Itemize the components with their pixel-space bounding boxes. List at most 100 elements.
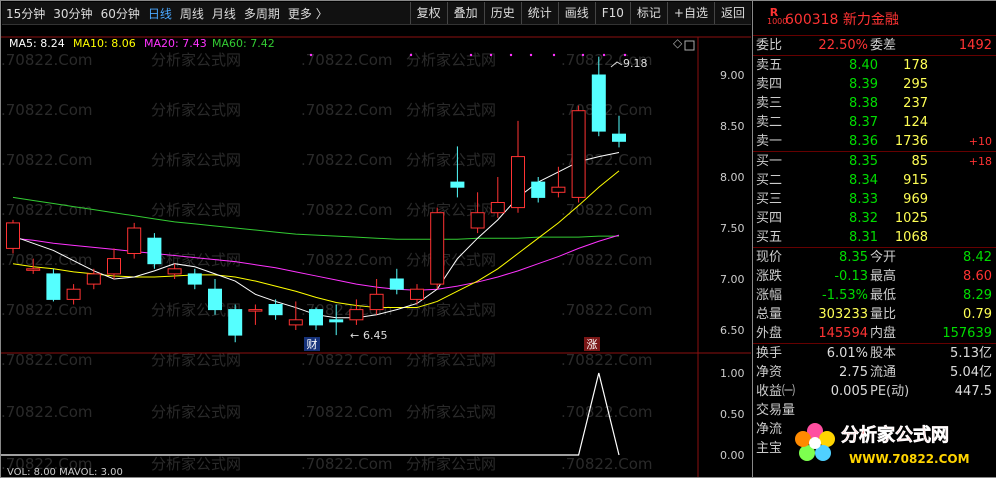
watermark-text: .70822.Com [301,51,393,69]
book-change: +18 [968,155,992,168]
limit-up-marker[interactable]: 涨 [587,338,598,351]
ask-row[interactable]: 卖四 8.39 295 [753,75,996,94]
site-logo: 分析家公式网 WWW.70822.COM [795,423,970,466]
price-tick: 8.50 [720,120,745,133]
volume-legend: VOL: 8.00 MAVOL: 3.00 [7,467,123,477]
book-volume: 915 [903,173,928,188]
mark-button[interactable]: 标记 [629,2,667,24]
statistics-button[interactable]: 统计 [520,2,558,24]
app-window: 15分钟 30分钟 60分钟 日线 周线 月线 多周期 更多 〉 复权 叠加 历… [0,0,996,478]
ask-row[interactable]: 卖三 8.38 237 [753,94,996,113]
watermark-text: 分析家公式网 [151,251,241,269]
finance-event-marker[interactable]: 财 [307,337,318,351]
logo-title: 分析家公式网 [841,424,949,446]
overlay-button[interactable]: 叠加 [446,2,484,24]
watermark-text: .70822.Com [301,101,393,119]
volume-tick: 0.00 [720,449,745,462]
kline-chart[interactable]: .70822.Com 分析家公式网 .70822.Com 分析家公式网 .70822.C… [1,25,751,477]
bid-row[interactable]: 买四 8.32 1025 [753,209,996,228]
period-more-menu[interactable]: 更多 〉 [284,5,332,22]
stock-code-name[interactable]: 600318 新力金融 [785,9,899,29]
quote-row: 外盘 145594 内盘 157639 [753,324,996,343]
quote-value: 8.35 [839,250,868,265]
bid-row[interactable]: 买二 8.34 915 [753,171,996,190]
watermark-text: 分析家公式网 [406,101,496,119]
back-button[interactable]: 返回 [713,2,751,24]
stats-value: 5.04亿 [950,365,992,380]
ma-lines [12,152,620,319]
bid-row[interactable]: 买五 8.31 1068 [753,228,996,247]
bid-row[interactable]: 买一 8.35 85 +18 [753,152,996,171]
watermark-text: 分析家公式网 [406,351,496,369]
stats-row: 收益㈠ 0.005 PE(动) 447.5 [753,382,996,401]
quote-label: 涨跌 [756,269,783,284]
watermark-text: .70822.Com [1,151,93,169]
watermark-text: 分析家公式网 [151,51,241,69]
flower-logo-icon [795,423,835,461]
candle-body [46,273,61,300]
book-price: 8.36 [849,134,878,149]
ask-row[interactable]: 卖五 8.40 178 [753,56,996,75]
candle-body [511,156,525,209]
candle-body [490,202,505,214]
ask-row[interactable]: 卖一 8.36 1736 +10 [753,132,996,151]
quote-value: -1.53% [822,288,868,303]
low-price-arrow: ← [350,329,359,342]
watermark-text: .70822.Com [301,455,393,473]
watermark-text: 分析家公式网 [406,151,496,169]
candle-body [470,212,485,229]
candle-body [228,309,243,336]
history-button[interactable]: 历史 [483,2,521,24]
watermark-text: 分析家公式网 [151,455,241,473]
watermark-text: 分析家公式网 [151,151,241,169]
watermark-text: 分析家公式网 [406,455,496,473]
quote-label: 内盘 [870,326,897,341]
ask-row[interactable]: 卖二 8.37 124 [753,113,996,132]
candle-body [591,74,606,132]
period-multi[interactable]: 多周期 [240,5,284,22]
book-volume: 969 [903,192,928,207]
price-tick: 7.50 [720,222,745,235]
period-15min[interactable]: 15分钟 [2,5,49,22]
ma-legend: MA5: 8.24 MA10: 8.06 MA20: 7.43 MA60: 7.… [9,37,275,50]
book-price: 8.38 [849,96,878,111]
candle-body [410,288,424,300]
book-label: 买一 [756,154,783,169]
period-monthly[interactable]: 月线 [208,5,240,22]
period-60min[interactable]: 60分钟 [97,5,144,22]
quote-label: 最高 [870,269,897,284]
ma10-legend: MA10: 8.06 [73,37,136,50]
bid-row[interactable]: 买三 8.33 969 [753,190,996,209]
stats-value: 447.5 [954,384,992,399]
watermark-text: .70822.Com [301,351,393,369]
period-daily[interactable]: 日线 [144,5,176,22]
period-30min[interactable]: 30分钟 [49,5,96,22]
chart-toolbar: 15分钟 30分钟 60分钟 日线 周线 月线 多周期 更多 〉 复权 叠加 历… [2,2,751,25]
book-price: 8.39 [849,77,878,92]
candle-body [268,304,283,316]
volume-tick: 0.50 [720,408,745,421]
book-price: 8.35 [849,154,878,169]
f10-button[interactable]: F10 [594,2,630,24]
quote-label: 量比 [870,307,897,322]
restore-rights-button[interactable]: 复权 [409,2,447,24]
signal-dot [309,53,313,57]
draw-line-button[interactable]: 画线 [557,2,595,24]
signal-dot [509,53,513,57]
book-price: 8.37 [849,115,878,130]
book-volume: 237 [903,96,928,111]
period-weekly[interactable]: 周线 [176,5,208,22]
watermark-layer: .70822.Com 分析家公式网 .70822.Com 分析家公式网 .70822.C… [1,51,653,473]
watermark-text: 分析家公式网 [151,351,241,369]
signal-dot [602,53,606,57]
add-watchlist-button[interactable]: +自选 [666,2,714,24]
stats-value: 0.005 [830,384,868,399]
candle-body [107,258,121,275]
book-change: +10 [968,135,992,148]
chart-settings-icon[interactable]: ◇ [673,36,683,50]
watermark-text: .70822.Com [1,301,93,319]
logo-url: WWW.70822.COM [849,452,970,466]
low-price-label: 6.45 [363,329,388,342]
quote-value: 8.29 [963,288,992,303]
chart-maximize-icon[interactable] [684,40,695,51]
